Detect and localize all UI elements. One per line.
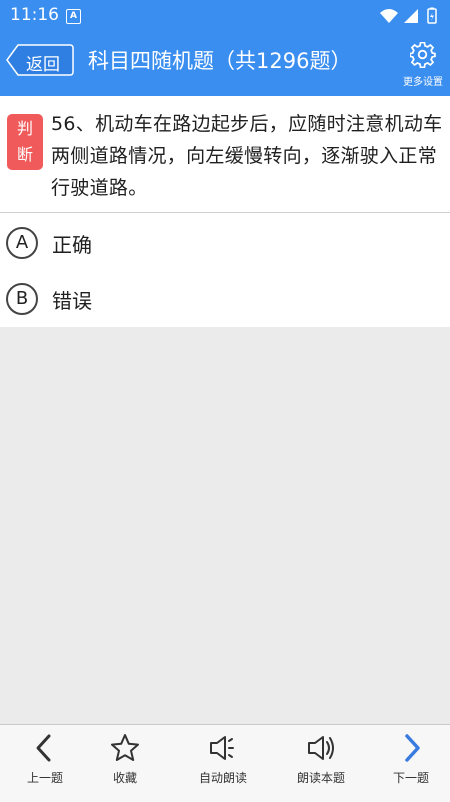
signal-icon — [404, 9, 418, 23]
favorite-label: 收藏 — [112, 771, 137, 785]
star-icon — [111, 734, 139, 761]
question-type-badge: 判 断 — [7, 114, 43, 170]
speaker-icon — [308, 736, 334, 760]
notification-icon: A — [66, 9, 81, 24]
back-button[interactable]: 返回 — [6, 44, 74, 76]
settings-button[interactable]: 更多设置 — [400, 41, 446, 88]
page-title: 科目四随机题（共1296题） — [88, 49, 352, 73]
favorite-button[interactable]: 收藏 — [80, 725, 170, 802]
auto-read-button[interactable]: 自动朗读 — [178, 725, 268, 802]
wifi-icon — [380, 9, 398, 23]
status-icons — [378, 7, 442, 29]
option-b-letter: B — [6, 283, 38, 315]
read-question-label: 朗读本题 — [296, 771, 345, 785]
option-a-text: 正确 — [52, 233, 92, 257]
auto-read-label: 自动朗读 — [198, 771, 247, 785]
status-time: 11:16 — [10, 5, 59, 25]
option-a[interactable]: A 正确 — [0, 215, 450, 271]
back-label: 返回 — [26, 55, 60, 75]
app-bar: 返回 科目四随机题（共1296题） 更多设置 — [0, 32, 450, 96]
chevron-right-icon — [405, 734, 420, 762]
gear-icon — [409, 41, 436, 69]
settings-label: 更多设置 — [403, 77, 443, 88]
read-question-button[interactable]: 朗读本题 — [276, 725, 366, 802]
speaker-auto-icon — [210, 736, 234, 760]
question-panel: 判 断 56、机动车在路边起步后，应随时注意机动车两侧道路情况，向左缓慢转向，逐… — [0, 96, 450, 213]
chevron-left-icon — [36, 734, 51, 762]
option-a-letter: A — [6, 227, 38, 259]
answer-options: A 正确 B 错误 — [0, 213, 450, 327]
prev-question-label: 上一题 — [26, 771, 63, 785]
status-bar: 11:16 A — [0, 0, 450, 32]
question-type-char-2: 断 — [16, 145, 33, 164]
battery-icon — [427, 7, 437, 24]
option-b-text: 错误 — [52, 289, 92, 313]
question-type-char-1: 判 — [16, 119, 33, 138]
next-question-label: 下一题 — [392, 771, 429, 785]
prev-question-button[interactable]: 上一题 — [0, 725, 90, 802]
bottom-nav: 上一题 收藏 自动朗读 朗读本题 下一题 — [0, 724, 450, 802]
option-b[interactable]: B 错误 — [0, 271, 450, 327]
question-text: 56、机动车在路边起步后，应随时注意机动车两侧道路情况，向左缓慢转向，逐渐驶入正… — [51, 113, 443, 199]
next-question-button[interactable]: 下一题 — [366, 725, 450, 802]
